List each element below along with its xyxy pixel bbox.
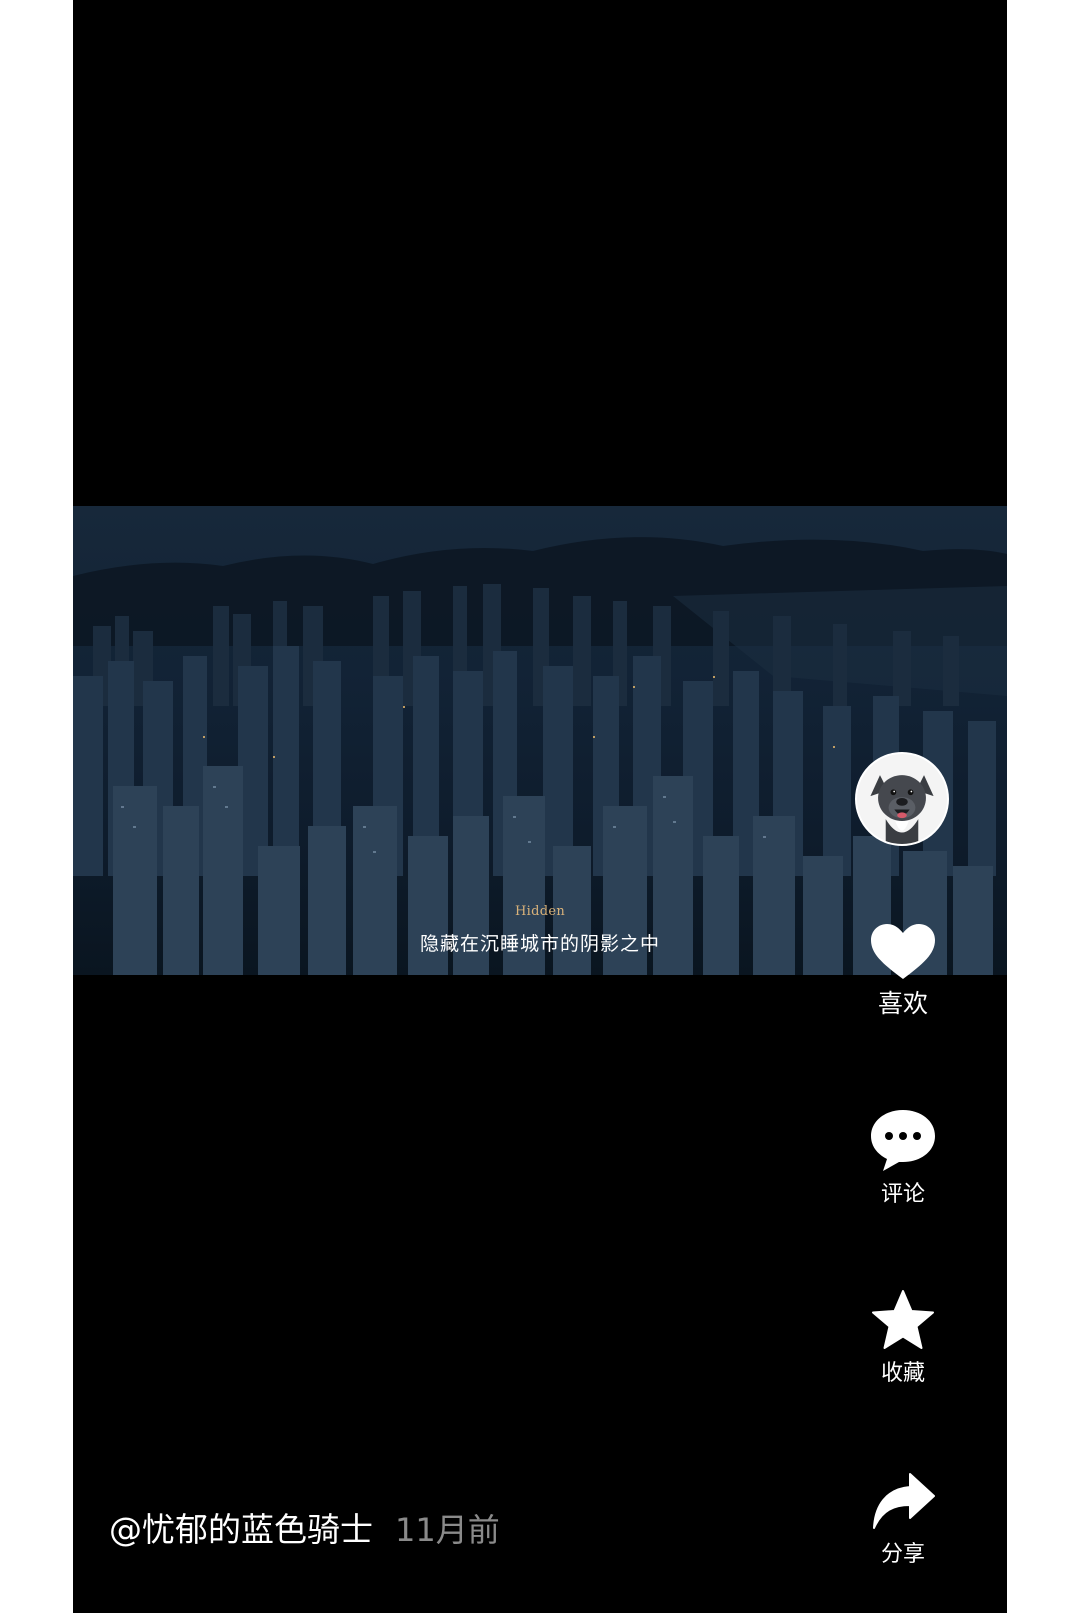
like-button[interactable]: 喜欢 — [851, 924, 955, 1020]
heart-icon — [851, 924, 955, 980]
subtitle-english: Hidden — [514, 904, 565, 919]
comment-label: 评论 — [880, 1182, 925, 1207]
author-name[interactable]: @忧郁的蓝色骑士 — [109, 1510, 373, 1549]
favorite-button[interactable]: 收藏 — [851, 1289, 955, 1387]
favorite-label: 收藏 — [880, 1361, 925, 1386]
comment-button[interactable]: 评论 — [851, 1108, 955, 1208]
post-info: @忧郁的蓝色骑士 11月前 — [109, 1503, 500, 1551]
dog-avatar-icon — [857, 754, 947, 844]
video-player-screen[interactable]: Hidden 隐藏在沉睡城市的阴影之中 喜欢 评论 收藏 分享 @忧郁的蓝色骑士… — [73, 0, 1007, 1613]
share-label: 分享 — [880, 1542, 925, 1567]
post-time: 11月前 — [395, 1511, 500, 1549]
star-icon — [851, 1289, 955, 1351]
author-avatar[interactable] — [855, 752, 949, 846]
like-label: 喜欢 — [877, 989, 928, 1018]
page: Hidden 隐藏在沉睡城市的阴影之中 喜欢 评论 收藏 分享 @忧郁的蓝色骑士… — [0, 0, 1080, 1613]
video-frame[interactable]: Hidden 隐藏在沉睡城市的阴影之中 — [73, 506, 1007, 975]
comment-bubble-icon — [851, 1108, 955, 1172]
share-button[interactable]: 分享 — [851, 1472, 955, 1568]
share-arrow-icon — [851, 1472, 955, 1532]
